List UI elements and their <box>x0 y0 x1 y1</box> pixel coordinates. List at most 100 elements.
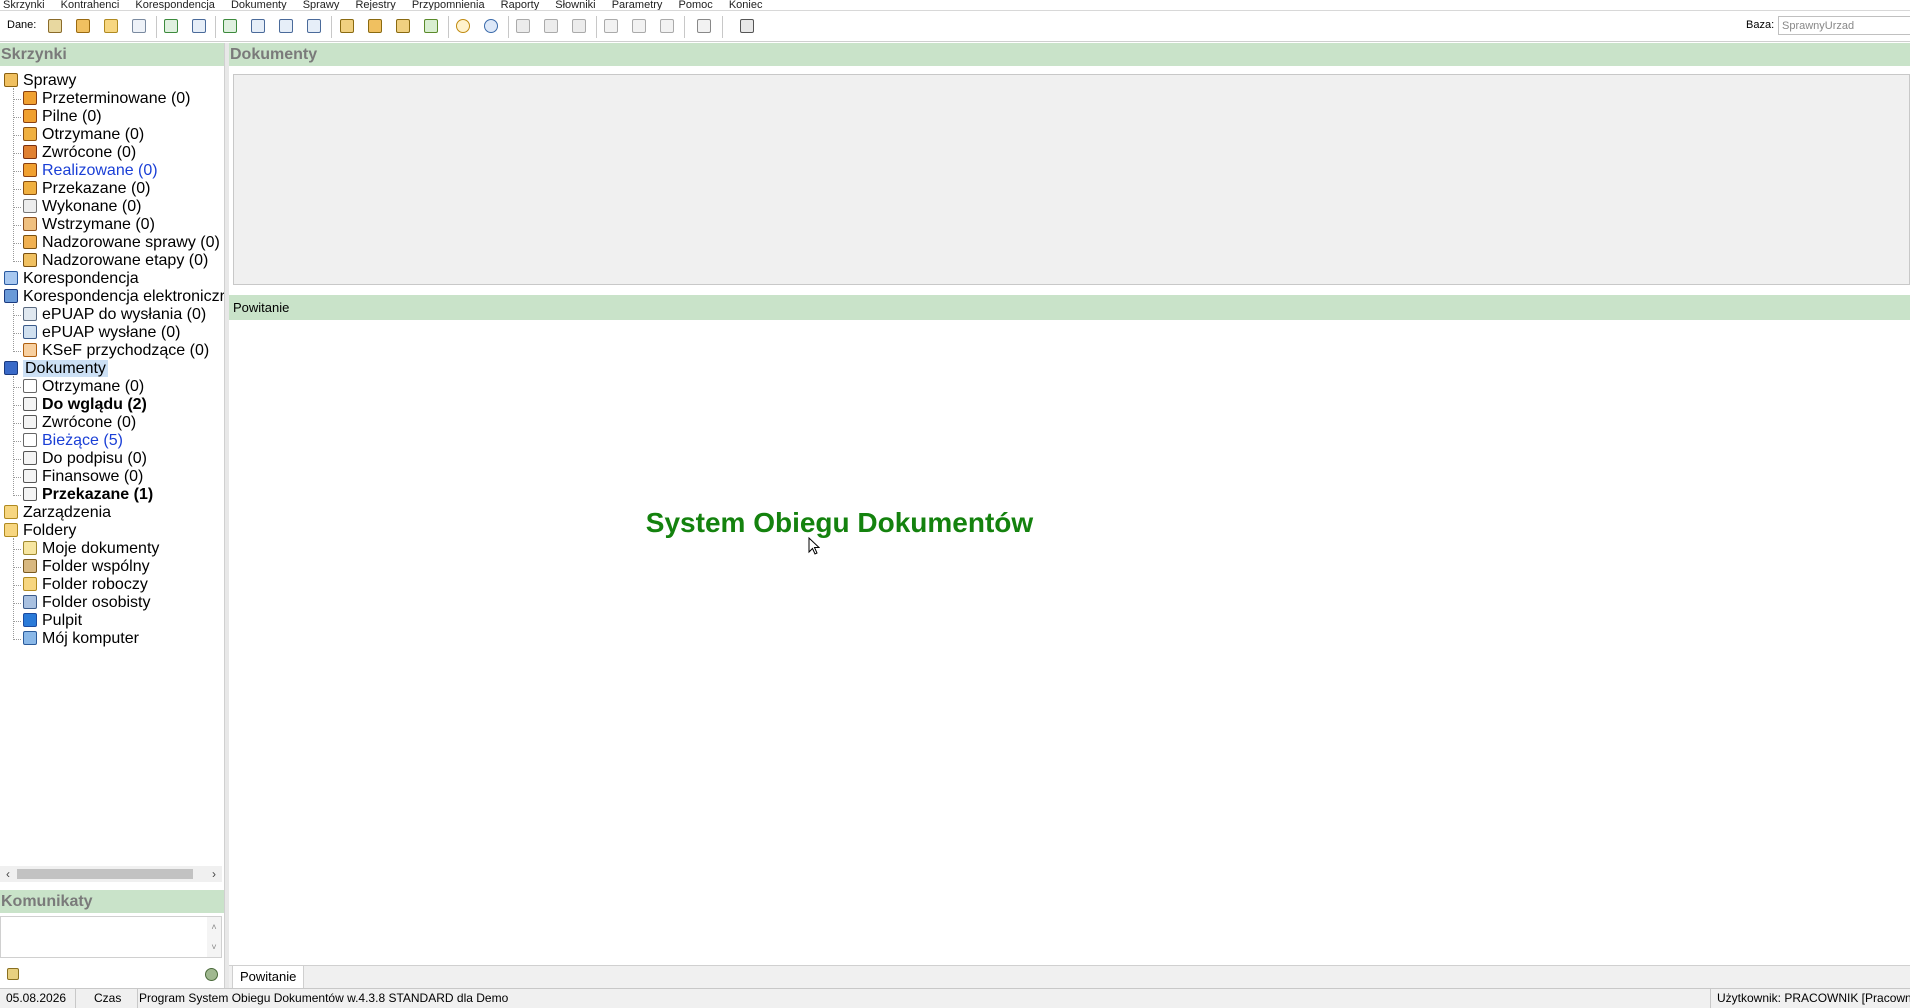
returned-icon <box>23 145 37 159</box>
tree-item-label: Pilne (0) <box>42 108 102 125</box>
tree-item-label: Finansowe (0) <box>42 468 144 485</box>
bottom-tabs: Powitanie <box>229 965 1910 989</box>
tree-item-label: Foldery <box>23 522 77 539</box>
orders-folder-icon <box>4 505 18 519</box>
status-program: Program System Obiegu Dokumentów w.4.3.8… <box>139 991 509 1005</box>
scanner-icon[interactable] <box>516 19 530 33</box>
menu-kontrahenci[interactable]: Kontrahenci <box>61 0 120 10</box>
e-correspondence-icon <box>4 289 18 303</box>
status-indicator-icon[interactable] <box>205 968 218 981</box>
alarm-clock-icon[interactable] <box>456 19 470 33</box>
tree-connector <box>13 88 14 262</box>
tree-connector <box>13 603 21 604</box>
menu-koniec[interactable]: Koniec <box>729 0 763 10</box>
doc-sign-icon <box>23 451 37 465</box>
tree-item-label: Korespondencja elektroniczr <box>23 288 224 305</box>
doc-review-icon <box>23 397 37 411</box>
people-icon[interactable] <box>76 19 90 33</box>
tree-horizontal-scrollbar[interactable]: ‹ › <box>0 866 222 882</box>
received-icon <box>23 127 37 141</box>
menu-pomoc[interactable]: Pomoc <box>679 0 713 10</box>
add-document-icon[interactable] <box>164 19 178 33</box>
move-left-icon[interactable] <box>604 19 618 33</box>
tree-item-label: Otrzymane (0) <box>42 126 145 143</box>
menu-parametry[interactable]: Parametry <box>612 0 663 10</box>
messages-scrollbar[interactable]: ˄ ˅ <box>207 917 221 957</box>
tree-item-label: Folder roboczy <box>42 576 148 593</box>
scanner-settings-icon[interactable] <box>544 19 558 33</box>
tree-connector <box>13 225 21 226</box>
tree-connector <box>13 315 21 316</box>
forwarded-icon <box>23 181 37 195</box>
scroll-right-icon[interactable]: › <box>206 866 222 882</box>
scroll-thumb[interactable] <box>17 869 193 879</box>
move-up-icon[interactable] <box>660 19 674 33</box>
case-icon[interactable] <box>368 19 382 33</box>
scan-document-icon[interactable] <box>572 19 586 33</box>
messages-box: ˄ ˅ <box>0 916 222 958</box>
tab-powitanie[interactable]: Powitanie <box>232 966 305 989</box>
tree-item-label: Wstrzymane (0) <box>42 216 155 233</box>
speaker-icon[interactable] <box>7 968 19 980</box>
tree-connector <box>13 495 21 496</box>
contractors-icon[interactable] <box>48 19 62 33</box>
binoculars-icon[interactable] <box>740 19 754 33</box>
left-bottom-bar <box>0 963 224 987</box>
scroll-left-icon[interactable]: ‹ <box>0 866 16 882</box>
work-folder-icon <box>23 577 37 591</box>
doc-received-icon <box>23 379 37 393</box>
supervised-cases-icon <box>23 235 37 249</box>
toolbar-separator <box>596 16 597 38</box>
left-panel: Skrzynki Sprawy Przeterminowane (0) Pilne … <box>0 43 225 988</box>
doc-forwarded-icon <box>23 487 37 501</box>
mouse-cursor-icon <box>808 537 820 555</box>
new-document-icon[interactable] <box>223 19 237 33</box>
in-progress-icon <box>23 163 37 177</box>
tree-item-label: ePUAP do wysłania (0) <box>42 306 207 323</box>
menu-dokumenty[interactable]: Dokumenty <box>231 0 287 10</box>
move-right-icon[interactable] <box>632 19 646 33</box>
copy-icon[interactable] <box>192 19 206 33</box>
list-icon[interactable] <box>132 19 146 33</box>
calendar-clock-icon[interactable] <box>484 19 498 33</box>
open-folder-icon[interactable] <box>104 19 118 33</box>
tree-item-label: ePUAP wysłane (0) <box>42 324 181 341</box>
menu-sprawy[interactable]: Sprawy <box>303 0 340 10</box>
tree-item-label: Folder osobisty <box>42 594 151 611</box>
document-icon[interactable] <box>251 19 265 33</box>
doc-finance-icon <box>23 469 37 483</box>
welcome-header: Powitanie <box>229 295 1910 320</box>
tree-item-label: Do wglądu (2) <box>42 396 147 413</box>
tree-connector <box>13 441 21 442</box>
menu-przypomnienia[interactable]: Przypomnienia <box>412 0 485 10</box>
tree-connector <box>13 538 14 640</box>
menu-rejestry[interactable]: Rejestry <box>355 0 395 10</box>
chart-icon[interactable] <box>424 19 438 33</box>
menu-raporty[interactable]: Raporty <box>501 0 540 10</box>
tree-connector <box>13 207 21 208</box>
tree-item-label: Zwrócone (0) <box>42 144 137 161</box>
toolbar-separator <box>331 16 332 38</box>
boxes-header: Skrzynki <box>0 43 224 66</box>
tree-connector <box>13 549 21 550</box>
db-input[interactable] <box>1778 16 1910 35</box>
case-forward-icon[interactable] <box>396 19 410 33</box>
correspondence-icon <box>4 271 18 285</box>
personal-folder-icon <box>23 595 37 609</box>
toolbar-separator <box>508 16 509 38</box>
case-add-icon[interactable] <box>340 19 354 33</box>
tree-item-label: Realizowane (0) <box>42 162 158 179</box>
welcome-title-wrap: System Obiegu Dokumentów <box>229 507 1910 539</box>
document-view-icon[interactable] <box>307 19 321 33</box>
menu-skrzynki[interactable]: Skrzynki <box>3 0 45 10</box>
desktop-icon <box>23 613 37 627</box>
menu-korespondencja[interactable]: Korespondencja <box>135 0 215 10</box>
overdue-icon <box>23 91 37 105</box>
check-icon[interactable] <box>697 19 711 33</box>
document-edit-icon[interactable] <box>279 19 293 33</box>
tree-item[interactable]: Mój komputer <box>23 628 139 650</box>
my-documents-icon <box>23 541 37 555</box>
tree-connector <box>13 135 21 136</box>
status-time: Czas <box>88 989 138 1008</box>
menu-slowniki[interactable]: Słowniki <box>555 0 595 10</box>
